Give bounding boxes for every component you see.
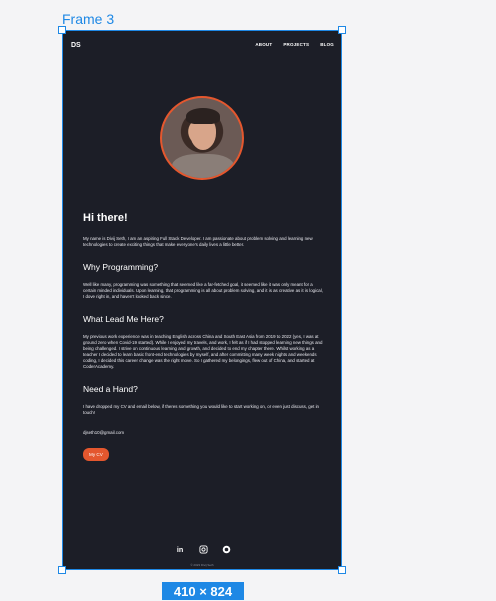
resize-handle-top-left[interactable] — [58, 26, 66, 34]
greeting-heading: Hi there! — [83, 212, 128, 224]
nav-projects[interactable]: PROJECTS — [283, 42, 309, 47]
portfolio-frame[interactable]: DS ABOUT PROJECTS BLOG Hi there! My name… — [62, 30, 342, 570]
top-nav: ABOUT PROJECTS BLOG — [255, 42, 334, 47]
frame-label[interactable]: Frame 3 — [62, 11, 114, 27]
resize-handle-bottom-left[interactable] — [58, 566, 66, 574]
svg-text:in: in — [177, 545, 183, 554]
profile-avatar — [160, 96, 244, 180]
instagram-icon[interactable] — [199, 545, 208, 554]
resize-handle-top-right[interactable] — [338, 26, 346, 34]
about-content: Hi there! My name is Divij Seth, I am an… — [83, 212, 323, 461]
hand-paragraph: I have dropped my CV and email below, if… — [83, 404, 319, 415]
resize-handle-bottom-right[interactable] — [338, 566, 346, 574]
footer-text: © 2023 Divij Seth — [190, 563, 214, 567]
nav-about[interactable]: ABOUT — [255, 42, 272, 47]
cv-button[interactable]: My CV — [83, 448, 109, 461]
frame-size-badge: 410 × 824 — [162, 582, 244, 600]
intro-paragraph: My name is Divij Seth, I am an aspiring … — [83, 236, 313, 247]
linkedin-icon[interactable]: in — [176, 545, 185, 554]
site-logo[interactable]: DS — [71, 42, 81, 49]
lead-paragraph: My previous work experience was in teach… — [83, 334, 323, 369]
email-link[interactable]: djseth10@gmail.com — [83, 430, 323, 435]
nav-blog[interactable]: BLOG — [320, 42, 334, 47]
why-heading: Why Programming? — [83, 262, 159, 272]
github-icon[interactable] — [222, 545, 231, 554]
lead-heading: What Lead Me Here? — [83, 314, 164, 324]
why-paragraph: Well like many, programming was somethin… — [83, 282, 323, 299]
social-links: in — [176, 545, 231, 554]
hand-heading: Need a Hand? — [83, 384, 138, 394]
